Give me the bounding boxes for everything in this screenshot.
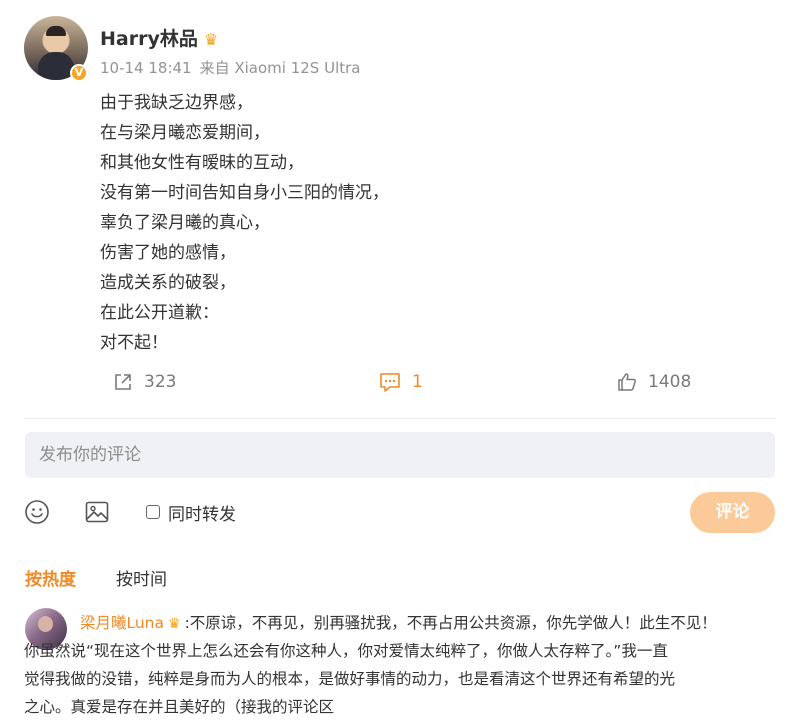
emoji-icon[interactable] [24, 499, 50, 525]
comment-input-placeholder: 发布你的评论 [39, 445, 141, 465]
forward-option[interactable]: 同时转发 [146, 501, 236, 525]
post-line: 和其他女性有暧昧的互动， [100, 153, 304, 173]
comment-text-line: 之心。真爱是存在并且美好的（接我的评论区 [24, 698, 335, 716]
forward-checkbox[interactable] [146, 505, 160, 519]
comment-icon [380, 373, 400, 392]
post-timestamp[interactable]: 10-14 18:41 [100, 59, 192, 77]
post-line: 由于我缺乏边界感， [100, 93, 253, 113]
post-line: 造成关系的破裂， [100, 273, 236, 293]
repost-count: 323 [144, 372, 177, 392]
crown-icon: ♛ [168, 616, 181, 632]
verified-v-icon: V [70, 64, 88, 82]
post-content: 由于我缺乏边界感， 在与梁月曦恋爱期间， 和其他女性有暧昧的互动， 没有第一时间… [100, 88, 700, 358]
submit-comment-button[interactable]: 评论 [690, 492, 775, 533]
tab-sort-hot[interactable]: 按热度 [25, 565, 76, 590]
forward-label: 同时转发 [168, 504, 236, 525]
thumbs-up-icon [618, 373, 636, 391]
comment-first-line: 梁月曦Luna ♛:不原谅，不再见，别再骚扰我，不再占用公共资源，你先学做人！此生… [80, 609, 770, 637]
post-source: 来自 Xiaomi 12S Ultra [199, 59, 361, 77]
comment-text-line: 你虽然说“现在这个世界上怎么还会有你这种人，你对爱情太纯粹了，你做人太存粹了。”… [24, 642, 668, 660]
comment-count: 1 [412, 372, 423, 392]
divider [24, 418, 776, 419]
post-line: 在此公开道歉： [100, 303, 219, 323]
tab-sort-time[interactable]: 按时间 [116, 565, 167, 590]
post-line: 没有第一时间告知自身小三阳的情况， [100, 183, 389, 203]
image-icon[interactable] [84, 499, 110, 525]
comment-button[interactable]: 1 [378, 364, 423, 400]
post-actions: 323 1 1408 [0, 364, 790, 400]
post-line: 对不起！ [100, 333, 168, 353]
post-line: 在与梁月曦恋爱期间， [100, 123, 270, 143]
comment-text: :不原谅，不再见，别再骚扰我，不再占用公共资源，你先学做人！此生不见！ [184, 614, 717, 632]
like-count: 1408 [648, 372, 692, 392]
author-name[interactable]: Harry林品 ♛ [100, 24, 218, 51]
post-line: 辜负了梁月曦的真心， [100, 213, 270, 233]
post-meta: 10-14 18:41 来自 Xiaomi 12S Ultra [100, 57, 369, 78]
post-line: 伤害了她的感情， [100, 243, 236, 263]
repost-button[interactable]: 323 [112, 364, 176, 400]
comment-text-line: 觉得我做的没错，纯粹是身而为人的根本，是做好事情的动力，也是看清这个世界还有希望… [24, 670, 676, 688]
author-name-text[interactable]: Harry林品 [100, 28, 198, 50]
crown-icon: ♛ [203, 30, 219, 49]
like-button[interactable]: 1408 [616, 364, 691, 400]
comment-item: 梁月曦Luna ♛:不原谅，不再见，别再骚扰我，不再占用公共资源，你先学做人！此生… [24, 609, 770, 721]
share-icon [115, 374, 131, 390]
commenter-name[interactable]: 梁月曦Luna [80, 614, 164, 632]
comment-input[interactable]: 发布你的评论 [25, 432, 775, 478]
